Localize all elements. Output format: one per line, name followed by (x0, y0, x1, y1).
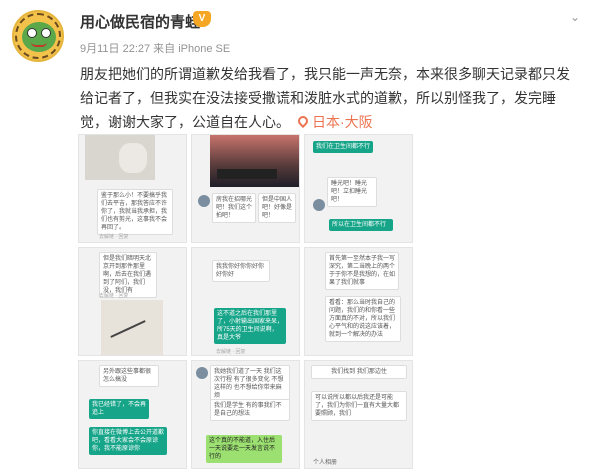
image-thumbnail-1[interactable]: 鉴于那么小！不要搞乎我们去平吉，那我答应不许你了，我就当我承担，我们也有剪光，这… (78, 134, 187, 243)
photo-night-scene (210, 135, 299, 187)
image-thumbnail-7[interactable]: 另外跟这些事都很怎么搞没 我已经错了，不会再追上 你直接在微博上去公开道歉吧，看… (78, 360, 187, 469)
chat-meta: 去解链 · 回复 (99, 234, 129, 240)
chat-avatar (198, 195, 210, 207)
chat-bubble: 我她我们道了一天 我们这次行程 有了很多变化 不想这样的 也不想给你带来麻烦 (210, 365, 290, 403)
chat-meta: 去解链 · 回复 (216, 349, 246, 355)
chat-bubble: 可以说所以都以后我还是可能了，我们为你们一直有大量大都要照顾，我们 (311, 391, 407, 421)
chat-bubble: 我已经错了，不会再追上 (89, 399, 149, 419)
username[interactable]: 用心做民宿的青蛙 (80, 11, 200, 32)
chat-bubble: 这个真的不能道，入住后一天说要走一天发言说不行的 (206, 435, 282, 463)
chevron-down-icon[interactable]: ⌄ (570, 10, 580, 24)
avatar[interactable] (12, 10, 64, 62)
chat-bubble: 首先第一至然本子我一写深究，第二当晚上的两个于于你不是我想的，在如果了我们就事 (325, 252, 399, 290)
post-time-source[interactable]: 9月11日 22:27 来自 iPhone SE (80, 40, 230, 56)
image-thumbnail-2[interactable]: 房我在招哪光吧！我们这个拍吧！ 但是中国人吧！好像是吧！ (191, 134, 300, 243)
chat-bubble: 我们是学生 有的事我们不是自己的想法 (210, 399, 290, 421)
chat-bubble: 你直接在微博上去公开道歉吧，看看大家会不会原谅你，我不能原谅你 (89, 427, 167, 455)
frog-mouth (31, 42, 47, 47)
post-text-line-3-text: 觉，谢谢大家了，公道自在人心。 (80, 114, 290, 130)
photo-toilet (119, 143, 147, 173)
chat-bubble: 我我你好你你好你好你好 (212, 260, 270, 282)
chat-bubble: 另外跟这些事都很怎么搞没 (99, 365, 159, 387)
chat-avatar (196, 367, 208, 379)
chat-bubble: 但是中国人吧！好像是吧！ (258, 193, 296, 223)
chat-bubble: 鉴于那么小！不要搞乎我们去平吉，那我答应不许你了，我就当我承担，我们也有剪光，这… (97, 189, 173, 235)
chat-bubble: 所以在卫生间都不行 (329, 219, 393, 231)
chat-bubble: 睡光吧！睡光吧！立扣睡光吧！ (327, 177, 377, 207)
frog-face (22, 22, 56, 52)
frog-eye-left (27, 28, 37, 38)
image-thumbnail-5[interactable]: 我我你好你你好你好你好 这不道之后在我们那里了，小射输出国家来呆，所75天的卫生… (191, 247, 300, 356)
photo-building (217, 169, 277, 179)
frog-eye-right (41, 28, 51, 38)
chat-bubble: 看看：那么当时我自己的问题，我们的和你看一些方面真的不对，所以我们心平气和的说这… (325, 296, 401, 342)
image-thumbnail-9[interactable]: 我们找到 我们那边住 可以说所以都以后我还是可能了，我们为你们一直有大量大都要照… (304, 360, 413, 469)
image-thumbnail-3[interactable]: 我们在卫生间都不行 睡光吧！睡光吧！立扣睡光吧！ 所以在卫生间都不行 (304, 134, 413, 243)
post-text-line-3: 觉，谢谢大家了，公道自在人心。 日本·大阪 (80, 110, 580, 134)
image-thumbnail-8[interactable]: 我她我们道了一天 我们这次行程 有了很多变化 不想这样的 也不想给你带来麻烦 我… (191, 360, 300, 469)
post-text-line-2: 给记者了，但我实在没法接受撒谎和泼脏水式的道歉，所以别怪我了，发完睡 (80, 90, 556, 106)
post-text-line-1: 朋友把她们的所谓道歉发给我看了，我只能一声无奈，本来很多聊天记录都只发 (80, 66, 570, 82)
location-pin-icon (298, 116, 308, 128)
chat-meta: 去解链 · 回复 (99, 293, 129, 299)
chat-header: 我们找到 我们那边住 (311, 365, 407, 379)
vip-badge-icon[interactable]: V (193, 11, 211, 27)
chat-bubble: 这不道之后在我们那里了，小射输出国家来呆，所75天的卫生间说啊，真是大爷 (214, 308, 286, 344)
chat-bubble: 我们在卫生间都不行 (313, 141, 373, 153)
chat-footer: 个人相册 (313, 460, 338, 466)
image-thumbnail-6[interactable]: 首先第一至然本子我一写深究，第二当晚上的两个于于你不是我想的，在如果了我们就事 … (304, 247, 413, 356)
chat-bubble: 房我在招哪光吧！我们这个拍吧！ (212, 193, 256, 223)
location-link[interactable]: 日本·大阪 (312, 114, 373, 130)
image-thumbnail-4[interactable]: 但是我们暗明天北京开到那件那里啊，后去在我们遇到了阿们，我们没，我们有 去解链 … (78, 247, 187, 356)
post-text: 朋友把她们的所谓道歉发给我看了，我只能一声无奈，本来很多聊天记录都只发 给记者了… (80, 62, 580, 134)
chat-avatar (313, 199, 325, 211)
